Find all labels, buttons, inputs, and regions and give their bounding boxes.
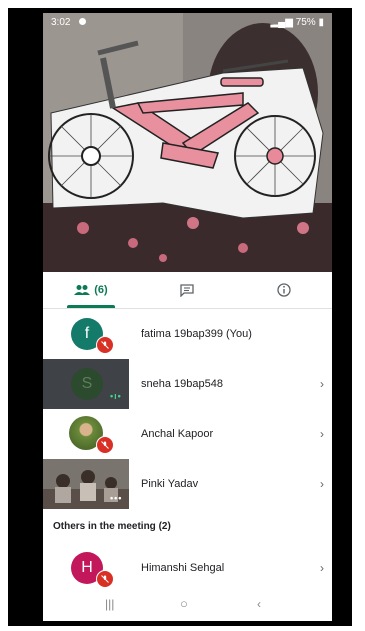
participant-name: Pinki Yadav — [141, 478, 199, 490]
back-nav-icon[interactable]: ‹ — [257, 597, 261, 611]
participant-name: fatima 19bap399 (You) — [141, 328, 252, 340]
status-time: 3:02 — [51, 17, 71, 28]
tab-people[interactable]: (6) — [43, 272, 139, 308]
participant-name: Anchal Kapoor — [141, 428, 214, 440]
signal-icon: ▂▄▆ — [270, 17, 293, 28]
chevron-right-icon[interactable]: › — [320, 459, 324, 509]
mic-off-icon — [96, 570, 114, 588]
meeting-details-tabs: (6) — [43, 272, 332, 309]
participant-row[interactable]: H Himanshi Sehgal › — [43, 543, 332, 593]
participant-row[interactable]: S •ı• sneha 19bap548 › — [43, 359, 332, 409]
participant-thumbnail: ••• — [43, 459, 129, 509]
meeting-screen: 3:02 ▂▄▆ 75% ▮ (6) f fatima 19bap399 (Yo… — [43, 13, 332, 621]
tab-chat[interactable] — [139, 272, 235, 308]
people-icon — [74, 285, 91, 295]
participant-name: Himanshi Sehgal — [141, 562, 225, 574]
section-label-others: Others in the meeting (2) — [53, 521, 171, 532]
chevron-right-icon[interactable]: › — [320, 359, 324, 409]
participant-thumbnail: f — [43, 309, 129, 359]
system-nav-bar: ||| ○ ‹ — [43, 591, 332, 621]
participant-row[interactable]: f fatima 19bap399 (You) — [43, 309, 332, 359]
battery-icon: ▮ — [318, 17, 324, 28]
participant-thumbnail — [43, 409, 129, 459]
location-icon — [79, 18, 86, 25]
avatar: S — [71, 368, 103, 400]
bicycle-drawing-video-frame — [43, 13, 332, 272]
chevron-right-icon[interactable]: › — [320, 409, 324, 459]
active-speaker-video[interactable]: 3:02 ▂▄▆ 75% ▮ — [43, 13, 332, 272]
recents-nav-icon[interactable]: ||| — [105, 597, 114, 611]
home-nav-icon[interactable]: ○ — [180, 596, 188, 611]
participant-thumbnail: S •ı• — [43, 359, 129, 409]
more-indicator-icon: ••• — [110, 493, 123, 503]
status-bar: 3:02 ▂▄▆ 75% ▮ — [43, 13, 332, 33]
active-tab-indicator — [67, 305, 115, 308]
participant-row[interactable]: Anchal Kapoor › — [43, 409, 332, 459]
chat-icon — [180, 283, 194, 297]
tab-info[interactable] — [235, 272, 332, 308]
chevron-right-icon[interactable]: › — [320, 543, 324, 593]
mic-off-icon — [96, 436, 114, 454]
participant-row[interactable]: ••• Pinki Yadav › — [43, 459, 332, 509]
participant-name: sneha 19bap548 — [141, 378, 223, 390]
speaking-indicator-icon: •ı• — [110, 391, 122, 401]
battery-level: 75% — [295, 17, 316, 28]
participant-thumbnail: H — [43, 543, 129, 593]
mic-off-icon — [96, 336, 114, 354]
status-right: ▂▄▆ 75% ▮ — [270, 17, 324, 28]
people-count: (6) — [94, 284, 108, 296]
info-icon — [276, 283, 291, 297]
